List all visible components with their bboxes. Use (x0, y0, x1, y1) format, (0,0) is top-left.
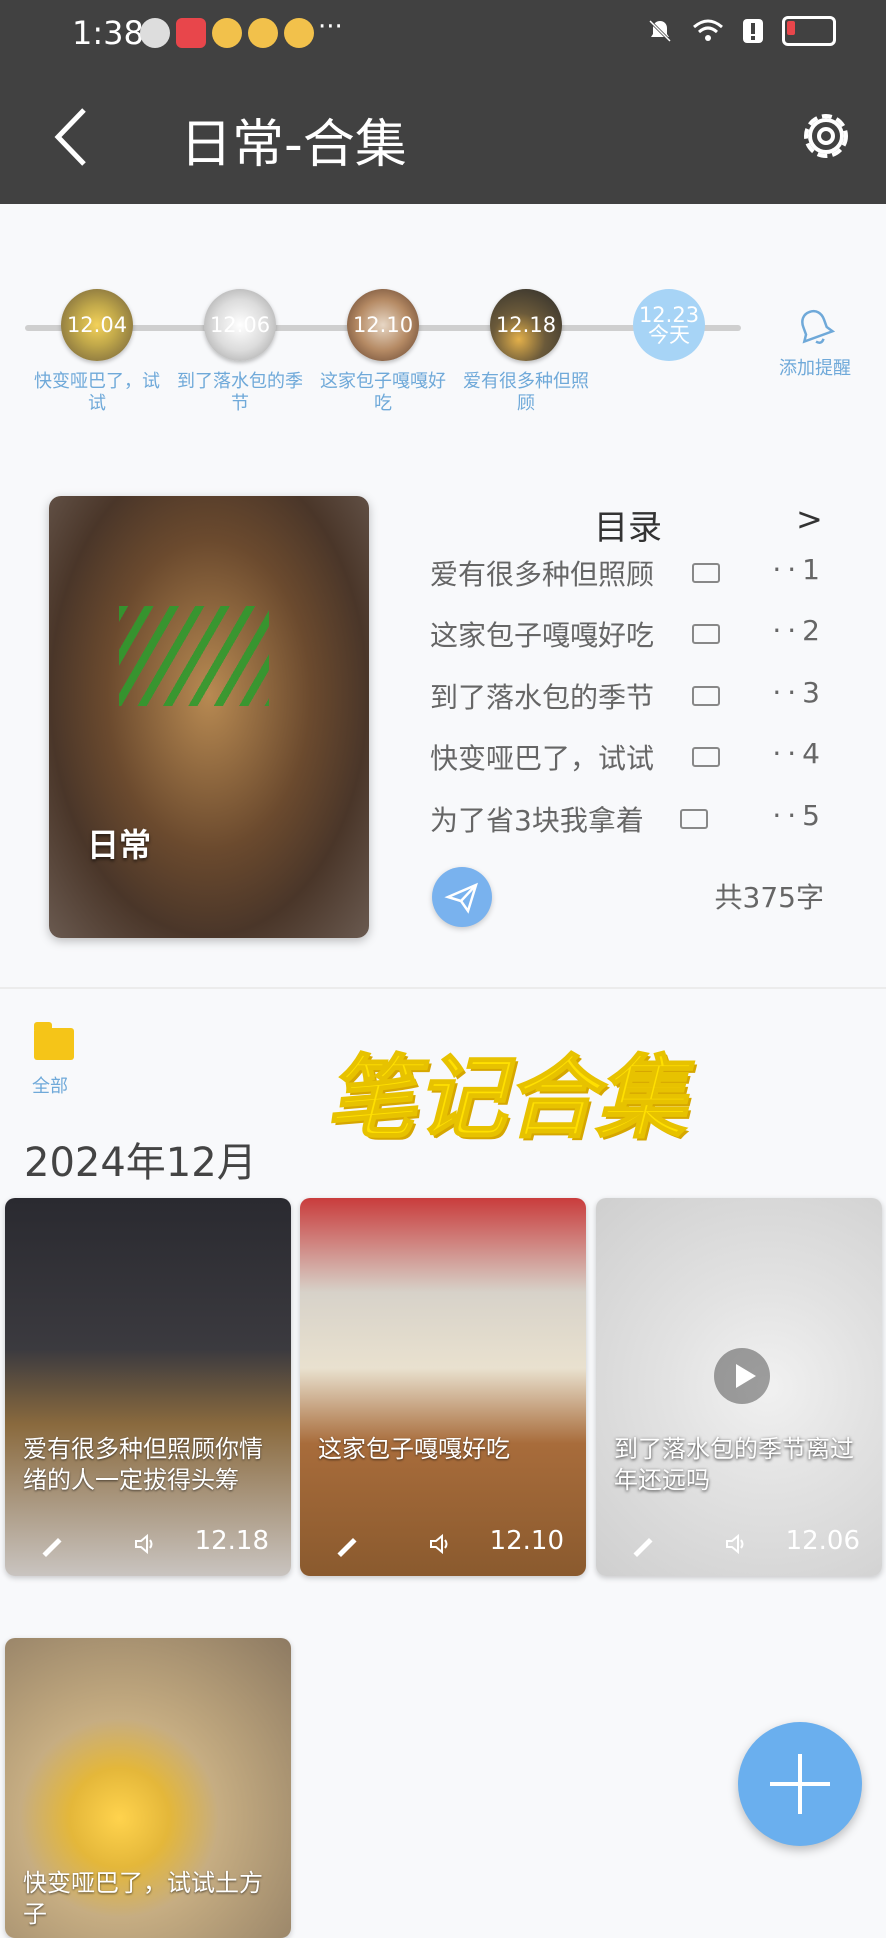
timeline-node-today[interactable]: 12.23 今天 (598, 289, 740, 361)
note-card[interactable]: 快变哑巴了，试试土方子 (5, 1638, 291, 1938)
timeline-date: 12.04 (66, 313, 128, 337)
settings-gear-icon[interactable] (796, 106, 856, 166)
note-card-text: 爱有很多种但照顾你情绪的人一定拔得头筹 (23, 1435, 263, 1494)
bell-icon (801, 309, 836, 344)
timeline-caption: 快变哑巴了，试试 (34, 371, 160, 414)
cover-image-detail (119, 606, 269, 706)
app-notification-icon (176, 18, 206, 48)
timeline-date: 12.18 (495, 313, 557, 337)
toc-item-number: ··2 (772, 614, 826, 647)
note-card-date: 12.18 (194, 1526, 269, 1556)
system-icons (646, 16, 836, 46)
share-button[interactable] (432, 867, 492, 927)
more-notifications-icon: ··· (318, 12, 343, 42)
timeline-node[interactable]: 12.06 到了落水包的季节 (169, 289, 311, 415)
play-video-icon[interactable] (714, 1348, 770, 1404)
avatar-icon (140, 18, 170, 48)
folder-icon[interactable] (34, 1022, 74, 1060)
notification-icons (140, 18, 314, 48)
section-divider (0, 987, 886, 989)
add-reminder-label: 添加提醒 (779, 358, 851, 379)
timeline-node[interactable]: 12.04 快变哑巴了，试试 (26, 289, 168, 415)
note-card-text: 快变哑巴了，试试土方子 (23, 1869, 263, 1928)
image-icon (680, 809, 708, 829)
toc-item-number: ··5 (772, 799, 826, 832)
edit-pencil-icon[interactable] (42, 1537, 62, 1558)
timeline-node[interactable]: 12.18 爱有很多种但照顾 (455, 289, 597, 415)
month-header: 2024年12月 (24, 1140, 257, 1186)
toc-more-button[interactable]: > (796, 500, 823, 538)
toc-item[interactable]: 快变哑巴了，试试 ··4 (430, 737, 826, 777)
word-count: 共375字 (714, 881, 824, 914)
weibo-icon (248, 18, 278, 48)
add-note-button[interactable] (738, 1722, 862, 1846)
image-icon (692, 747, 720, 767)
page-title: 日常-合集 (180, 115, 407, 175)
weibo-icon (212, 18, 242, 48)
timeline-caption: 爱有很多种但照顾 (463, 371, 589, 414)
note-card-date: 12.10 (489, 1526, 564, 1556)
notes-section-title: 笔记合集 (325, 1045, 687, 1152)
alert-icon (743, 19, 763, 43)
timeline-date: 12.23 (638, 303, 700, 327)
note-card[interactable]: 到了落水包的季节离过年还远吗 12.06 (596, 1198, 882, 1576)
folder-label[interactable]: 全部 (32, 1072, 68, 1098)
image-icon (692, 686, 720, 706)
toc-item[interactable]: 爱有很多种但照顾 ··1 (430, 553, 826, 593)
toc-item-title: 到了落水包的季节 (430, 681, 655, 714)
toc-item[interactable]: 为了省3块我拿着 ··5 (430, 799, 826, 839)
note-card-text: 这家包子嘎嘎好吃 (318, 1435, 510, 1463)
toc-item-title: 这家包子嘎嘎好吃 (430, 619, 655, 652)
timeline-thumb: 12.23 今天 (633, 289, 705, 361)
note-card-date: 12.06 (785, 1526, 860, 1556)
timeline-thumb: 12.04 (61, 289, 133, 361)
toc-item-title: 为了省3块我拿着 (430, 804, 644, 837)
mute-icon (648, 19, 672, 43)
timeline-caption: 到了落水包的季节 (177, 371, 303, 414)
app-header: 日常-合集 (0, 70, 886, 204)
wifi-icon (693, 19, 723, 41)
note-card[interactable]: 这家包子嘎嘎好吃 12.10 (300, 1198, 586, 1576)
image-icon (692, 563, 720, 583)
toc-item[interactable]: 到了落水包的季节 ··3 (430, 676, 826, 716)
timeline-node[interactable]: 12.10 这家包子嘎嘎好吃 (312, 289, 454, 415)
status-bar: 1:38 ··· (0, 0, 886, 70)
timeline-caption: 这家包子嘎嘎好吃 (320, 371, 446, 414)
collection-cover[interactable]: 日常 (49, 496, 369, 938)
timeline-today-label: 今天 (648, 323, 690, 347)
note-card-text: 到了落水包的季节离过年还远吗 (614, 1435, 854, 1494)
image-icon (692, 624, 720, 644)
toc-item-number: ··4 (772, 737, 826, 770)
timeline-date: 12.06 (209, 313, 271, 337)
toc-item[interactable]: 这家包子嘎嘎好吃 ··2 (430, 614, 826, 654)
cover-label: 日常 (87, 826, 152, 864)
toc-item-number: ··3 (772, 676, 826, 709)
speaker-icon[interactable] (428, 1532, 452, 1556)
back-arrow-icon[interactable] (48, 102, 98, 172)
speaker-icon[interactable] (133, 1532, 157, 1556)
weibo-icon (284, 18, 314, 48)
toc-item-number: ··1 (772, 553, 826, 586)
timeline-thumb: 12.18 (490, 289, 562, 361)
note-card[interactable]: 爱有很多种但照顾你情绪的人一定拔得头筹 12.18 (5, 1198, 291, 1576)
timeline-date: 12.10 (352, 313, 414, 337)
edit-pencil-icon[interactable] (633, 1537, 653, 1558)
toc-title: 目录 (594, 508, 662, 548)
timeline-thumb: 12.10 (347, 289, 419, 361)
timeline-thumb: 12.06 (204, 289, 276, 361)
edit-pencil-icon[interactable] (337, 1537, 357, 1558)
status-time: 1:38 (72, 14, 144, 52)
battery-icon (782, 16, 836, 46)
add-reminder-button[interactable]: 添加提醒 (770, 305, 860, 380)
toc-item-title: 爱有很多种但照顾 (430, 558, 655, 591)
speaker-icon[interactable] (724, 1532, 748, 1556)
toc-item-title: 快变哑巴了，试试 (430, 742, 655, 775)
paper-plane-icon (444, 882, 478, 914)
